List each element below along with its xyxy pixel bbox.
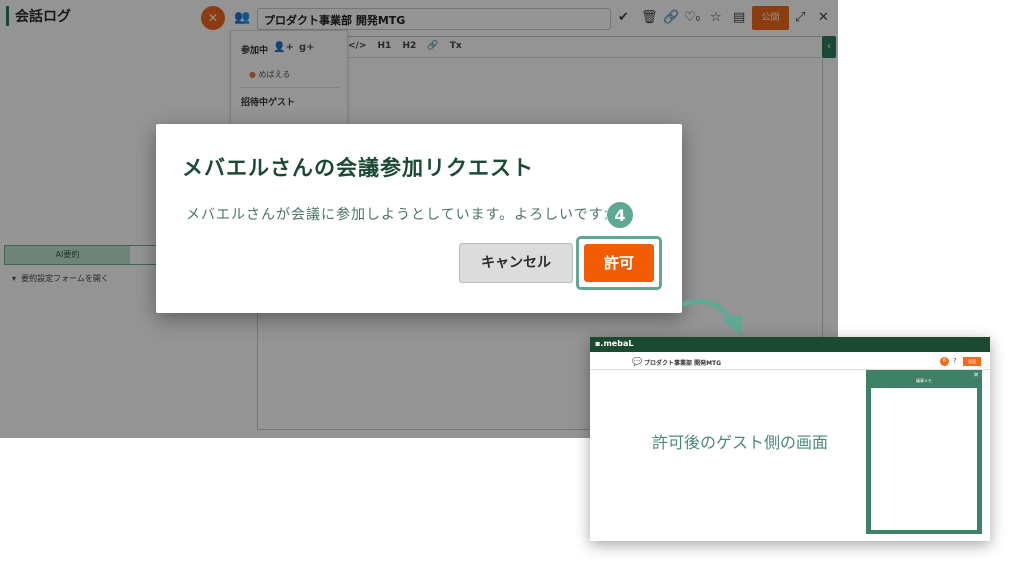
preview-header: ▪.mebaL [590, 337, 990, 352]
memo-title: 議事メモ [916, 378, 932, 383]
cancel-button[interactable]: キャンセル [459, 243, 573, 283]
preview-meeting-title: プロダクト事業部 開発MTG [644, 360, 722, 367]
step-badge: 4 [606, 201, 634, 229]
allow-button[interactable]: 許可 [584, 244, 654, 282]
preview-user-badge: 6 [940, 357, 949, 366]
arrow-icon [682, 298, 742, 336]
chat-icon: 💬 [632, 357, 642, 366]
guest-preview: ▪.mebaL 💬 プロダクト事業部 開発MTG 6 ? 退室 許可後のゲスト側… [590, 337, 990, 541]
preview-exit-button: 退室 [963, 357, 981, 366]
dialog-message: メバエルさんが会議に参加しようとしています。よろしいですか？ [186, 207, 634, 223]
mebal-logo: ▪.mebaL [595, 339, 634, 348]
memo-textarea [871, 388, 977, 530]
allow-highlight: 許可 [576, 236, 662, 290]
dialog-title: メバエルさんの会議参加リクエスト [182, 156, 534, 180]
memo-panel: ✕ 議事メモ [866, 370, 982, 534]
preview-caption: 許可後のゲスト側の画面 [652, 433, 829, 452]
help-icon: ? [953, 357, 957, 365]
